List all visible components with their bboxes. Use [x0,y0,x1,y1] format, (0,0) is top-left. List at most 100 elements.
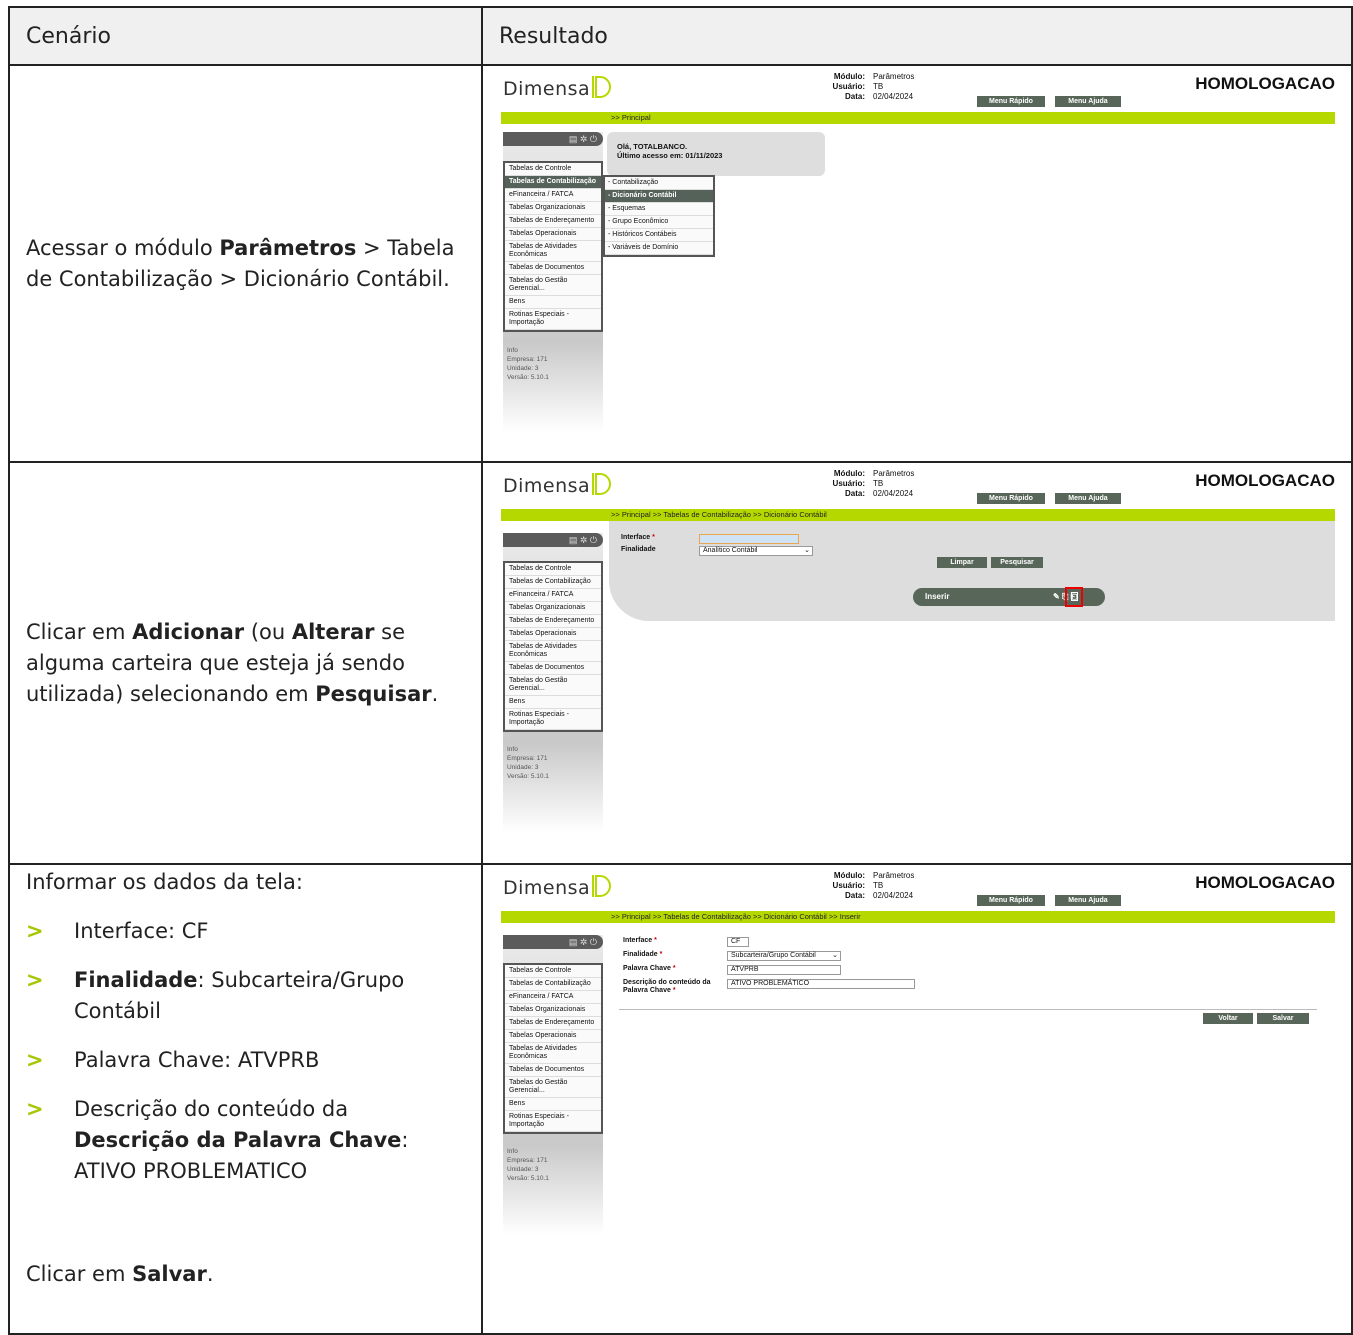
menu-item[interactable]: Bens [505,696,601,709]
menu-item[interactable]: Rotinas Especiais - Importação [505,709,601,730]
pesquisar-button[interactable]: Pesquisar [991,557,1043,568]
app-screenshot-main-menu: Dimensa Módulo: Parâmetros Usuário: TB Dat… [483,66,1345,461]
chevron-down-icon: ⌄ [832,952,838,959]
header-scenario: Cenário [8,6,483,66]
menu-ajuda-button[interactable]: Menu Ajuda [1055,895,1121,906]
menu-item[interactable]: Bens [505,1098,601,1111]
chevron-down-icon: ⌄ [804,547,810,554]
environment-label: HOMOLOGACAO [1195,873,1335,892]
menu-item[interactable]: Tabelas de Contabilização [505,978,601,991]
menu-item[interactable]: Tabelas do Gestão Gerencial... [505,675,601,696]
header-result: Resultado [481,6,1353,66]
welcome-box: Olá, TOTALBANCO. Último acesso em: 01/11/… [607,132,825,176]
menu-item[interactable]: Tabelas Organizacionais [505,1004,601,1017]
info-panel: Info Empresa: 171 Unidade: 3 Versão: 5.10.1 [507,347,549,381]
submenu-item[interactable]: - Grupo Econômico [605,216,713,229]
sidebar-tools-icon[interactable]: ▤ ✲ ⏻ [503,935,603,949]
submenu-item[interactable]: - Variáveis de Domínio [605,242,713,255]
menu-item[interactable]: eFinanceira / FATCA [505,991,601,1004]
environment-label: HOMOLOGACAO [1195,471,1335,490]
menu-item[interactable]: Tabelas de Contabilização [505,576,601,589]
session-meta: Módulo: Parâmetros Usuário: TB Data: 02/04/… [832,871,915,900]
menu-item[interactable]: Tabelas de Controle [505,563,601,576]
dimensa-logo: Dimensa [503,78,591,100]
dimensa-logo: Dimensa [503,475,591,497]
divider [619,1009,1317,1010]
menu-item[interactable]: Tabelas Operacionais [505,228,601,241]
voltar-button[interactable]: Voltar [1203,1013,1253,1024]
finalidade-select[interactable]: Subcarteira/Grupo Contábil ⌄ [727,951,841,961]
menu-item[interactable]: Tabelas de Endereçamento [505,1017,601,1030]
menu-item[interactable]: Tabelas de Controle [505,965,601,978]
scenario-cell-3: Informar os dados da tela: > Interface: C… [8,863,483,1335]
sidebar-tools-icon[interactable]: ▤ ✲ ⏻ [503,533,603,547]
dimensa-logo-mark-icon [592,76,611,98]
bullet-palavra: > Palavra Chave: ATVPRB [26,1048,320,1072]
palavra-chave-label: Palavra Chave * [623,965,676,972]
breadcrumb: >> Principal >> Tabelas de Contabilizaçã… [501,509,1335,521]
submenu-item-selected[interactable]: - Dicionário Contábil [605,190,713,203]
breadcrumb: >> Principal >> Tabelas de Contabilizaçã… [501,911,1335,923]
menu-item[interactable]: Tabelas de Atividades Econômicas [505,1043,601,1064]
dimensa-logo-mark-icon [592,473,611,495]
menu-ajuda-button[interactable]: Menu Ajuda [1055,493,1121,504]
dimensa-logo: Dimensa [503,877,591,899]
add-icon [1070,592,1078,601]
menu-item[interactable]: Rotinas Especiais - Importação [505,309,601,330]
limpar-button[interactable]: Limpar [937,557,987,568]
menu-item[interactable]: Tabelas de Controle [505,163,601,176]
menu-item[interactable]: Tabelas Organizacionais [505,602,601,615]
finalidade-label: Finalidade [621,546,656,553]
menu-item[interactable]: Tabelas de Documentos [505,262,601,275]
menu-item[interactable]: Tabelas de Atividades Econômicas [505,641,601,662]
save-instruction: Clicar em Salvar. [26,1262,214,1286]
submenu-item[interactable]: - Esquemas [605,203,713,216]
result-cell-2: Dimensa Módulo: Parâmetros Usuário: TB Dat… [481,461,1353,865]
submenu-item[interactable]: - Contabilização [605,177,713,190]
sidebar-tools-icon[interactable]: ▤ ✲ ⏻ [503,132,603,146]
result-cell-3: Dimensa Módulo: Parâmetros Usuário: TB Dat… [481,863,1353,1335]
menu-item[interactable]: Tabelas de Documentos [505,662,601,675]
descricao-input[interactable]: ATIVO PROBLEMÁTICO [727,979,915,989]
add-icon-highlight[interactable] [1065,587,1083,607]
app-screenshot-search: Dimensa Módulo: Parâmetros Usuário: TB Dat… [483,463,1345,863]
interface-input[interactable]: CF [727,937,749,947]
menu-item[interactable]: Tabelas do Gestão Gerencial... [505,275,601,296]
menu-item-selected[interactable]: Tabelas de Contabilização [505,176,601,189]
menu-item[interactable]: Tabelas Organizacionais [505,202,601,215]
menu-rapido-button[interactable]: Menu Rápido [977,895,1045,906]
interface-input[interactable] [699,534,799,544]
scenario-cell-2: Clicar em Adicionar (ou Alterar se algum… [8,461,483,865]
menu-item[interactable]: Tabelas Operacionais [505,628,601,641]
palavra-chave-input[interactable]: ATVPRB [727,965,841,975]
finalidade-select[interactable]: Analítico Contábil ⌄ [699,546,813,556]
bullet-finalidade: > Finalidade: Subcarteira/Grupo Contábil [26,968,405,1023]
menu-item[interactable]: Rotinas Especiais - Importação [505,1111,601,1132]
finalidade-label: Finalidade * [623,951,663,958]
bullet-descricao: > Descrição do conteúdo da Descrição da P… [26,1097,409,1183]
menu-ajuda-button[interactable]: Menu Ajuda [1055,96,1121,107]
scenario-table: Cenário Resultado Acessar o módulo Parâm… [8,6,1353,1335]
menu-item[interactable]: Tabelas Operacionais [505,1030,601,1043]
menu-item[interactable]: Bens [505,296,601,309]
menu-item[interactable]: Tabelas de Documentos [505,1064,601,1077]
step-text: Acessar o módulo [26,235,220,260]
dimensa-logo-mark-icon [592,875,611,897]
info-panel: Info Empresa: 171 Unidade: 3 Versão: 5.10.1 [507,1148,549,1182]
menu-item[interactable]: eFinanceira / FATCA [505,589,601,602]
menu-item[interactable]: Tabelas de Endereçamento [505,615,601,628]
menu-item[interactable]: Tabelas de Endereçamento [505,215,601,228]
submenu-item[interactable]: - Históricos Contábeis [605,229,713,242]
submenu: - Contabilização - Dicionário Contábil -… [603,175,715,257]
app-screenshot-insert: Dimensa Módulo: Parâmetros Usuário: TB Dat… [483,865,1345,1265]
menu-rapido-button[interactable]: Menu Rápido [977,96,1045,107]
bullet-interface: > Interface: CF [26,919,209,943]
salvar-button[interactable]: Salvar [1257,1013,1309,1024]
scenario-cell-1: Acessar o módulo Parâmetros > Tabela de … [8,64,483,463]
menu-item[interactable]: Tabelas de Atividades Econômicas [505,241,601,262]
menu-rapido-button[interactable]: Menu Rápido [977,493,1045,504]
menu-item[interactable]: Tabelas do Gestão Gerencial... [505,1077,601,1098]
document-page: Cenário Resultado Acessar o módulo Parâm… [0,0,1353,1335]
main-menu: Tabelas de Controle Tabelas de Contabili… [503,963,603,1134]
menu-item[interactable]: eFinanceira / FATCA [505,189,601,202]
